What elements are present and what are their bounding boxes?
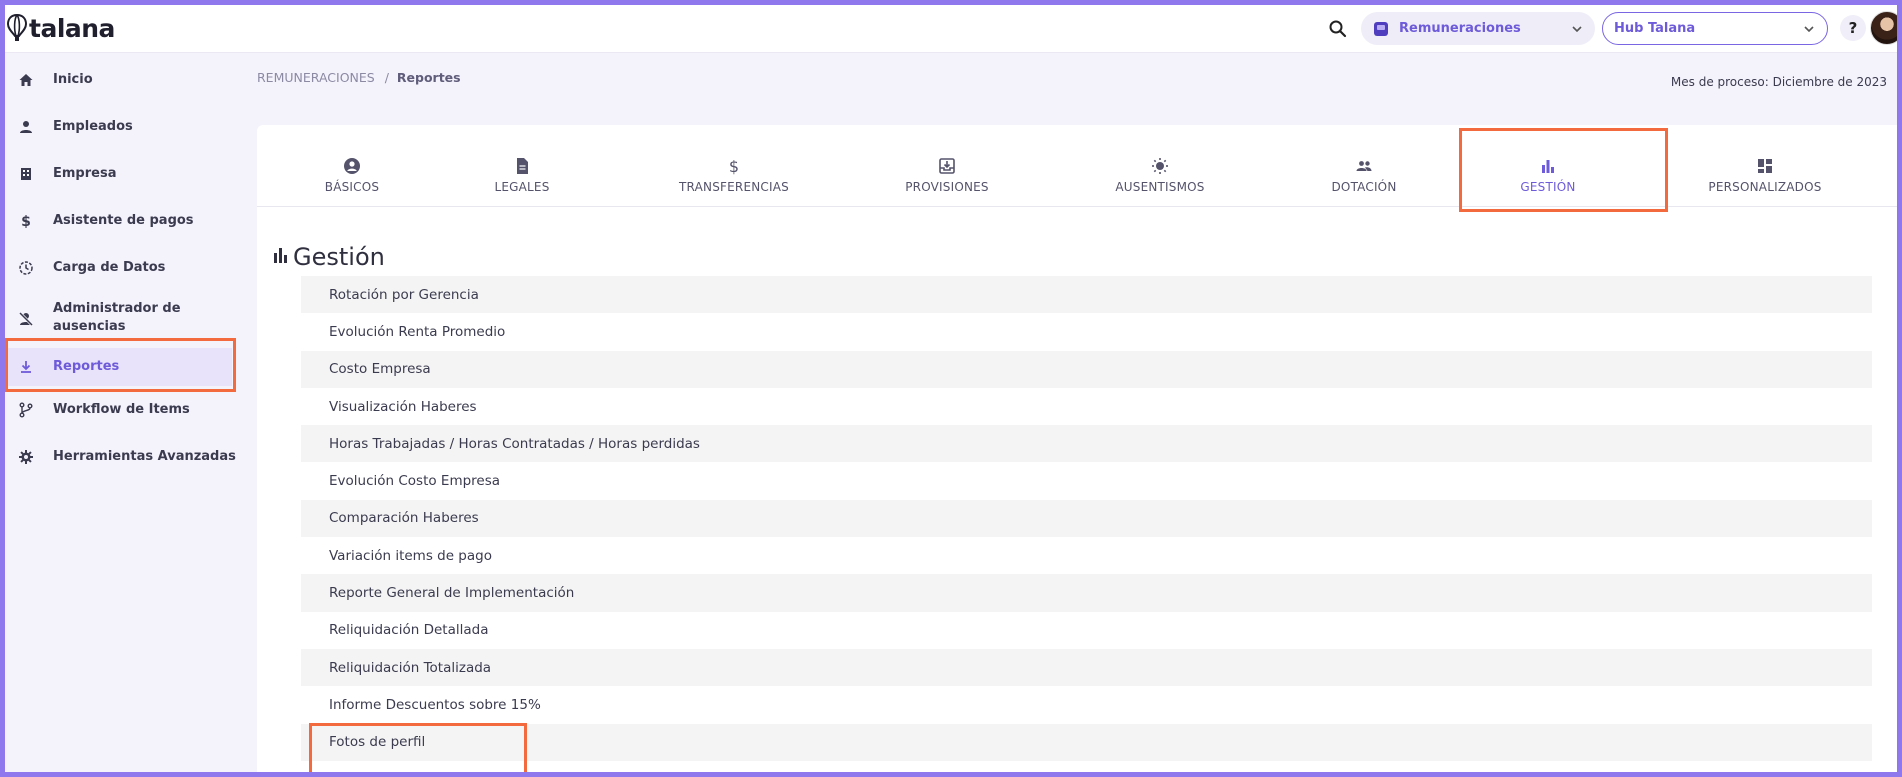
tab-personalizados[interactable]: PERSONALIZADOS [1690,125,1840,207]
tab-label: PROVISIONES [905,180,989,194]
sidebar-item-inicio[interactable]: Inicio [5,65,245,95]
reports-card: BÁSICOS LEGALES $ TRANSFERENCIAS PROVISI… [257,125,1897,772]
logo-text: talana [29,13,115,43]
sun-icon [1151,157,1169,175]
section-title-text: Gestión [293,243,385,271]
report-row[interactable]: Evolución Costo Empresa [301,462,1872,500]
report-row[interactable]: Rotación por Gerencia [301,276,1872,314]
tab-dotacion[interactable]: DOTACIÓN [1309,125,1419,207]
hub-select[interactable]: Hub Talana [1602,12,1828,45]
report-row[interactable]: Reliquidación Detallada [301,611,1872,649]
tab-label: BÁSICOS [324,180,380,194]
report-row[interactable]: Variación items de pago [301,537,1872,575]
chevron-down-icon [1804,25,1814,32]
sidebar-item-label: Empleados [53,119,133,134]
report-row-fotos-de-perfil[interactable]: Fotos de perfil [301,723,1872,761]
tab-label: TRANSFERENCIAS [679,180,789,194]
sidebar-item-label: Workflow de Items [53,402,190,417]
tab-gestion[interactable]: GESTIÓN [1493,125,1603,207]
document-icon [513,157,531,175]
sidebar-item-label: Herramientas Avanzadas [53,449,236,464]
bar-chart-icon [273,247,289,267]
account-circle-icon [343,157,361,175]
tab-label: GESTIÓN [1520,180,1576,194]
top-bar: talana Remuneraciones Hub Talana ? [5,5,1897,53]
report-row[interactable]: Costo Empresa [301,350,1872,388]
breadcrumb-separator: / [384,70,389,85]
sidebar-item-label: Reportes [53,359,120,374]
report-list: Rotación por Gerencia Evolución Renta Pr… [301,276,1872,761]
tab-label: AUSENTISMOS [1115,180,1205,194]
module-select-value: Remuneraciones [1399,21,1521,36]
branch-icon [18,402,34,418]
building-icon [18,166,34,182]
dollar-icon: $ [725,157,743,175]
person-icon [18,119,34,135]
sidebar-item-administrador-de-ausencias[interactable]: Administrador de ausencias [5,300,245,338]
breadcrumb: REMUNERACIONES / Reportes [257,70,461,85]
report-row[interactable]: Horas Trabajadas / Horas Contratadas / H… [301,425,1872,463]
gear-icon [18,449,34,465]
chevron-down-icon [1572,25,1582,32]
report-row[interactable]: Comparación Haberes [301,499,1872,538]
home-icon [18,72,34,88]
sidebar-item-label: Inicio [53,72,93,87]
report-row[interactable]: Evolución Renta Promedio [301,313,1872,351]
tab-provisiones[interactable]: PROVISIONES [892,125,1002,207]
download-icon [18,359,34,375]
tab-label: PERSONALIZADOS [1708,180,1822,194]
tab-label: DOTACIÓN [1331,180,1397,194]
balloon-icon [7,13,27,41]
bar-chart-icon [1539,157,1557,175]
tab-ausentismos[interactable]: AUSENTISMOS [1095,125,1225,207]
dollar-icon: $ [18,213,34,229]
report-row[interactable]: Visualización Haberes [301,387,1872,426]
user-avatar[interactable] [1870,11,1897,45]
search-button[interactable] [1325,16,1351,42]
sidebar: Inicio Empleados Empresa $ Asistente de … [5,53,251,772]
app-frame: talana Remuneraciones Hub Talana ? Inici… [5,5,1897,772]
sidebar-item-herramientas-avanzadas[interactable]: Herramientas Avanzadas [5,442,245,472]
help-button[interactable]: ? [1840,15,1866,41]
breadcrumb-root[interactable]: REMUNERACIONES [257,70,375,85]
tab-legales[interactable]: LEGALES [467,125,577,207]
sidebar-item-label: Empresa [53,166,117,181]
module-icon [1374,21,1388,36]
person-off-icon [18,311,34,327]
report-row[interactable]: Reliquidación Totalizada [301,648,1872,687]
sidebar-item-empleados[interactable]: Empleados [5,112,245,142]
sidebar-item-label: Asistente de pagos [53,213,194,228]
tab-transferencias[interactable]: $ TRANSFERENCIAS [669,125,799,207]
report-tabs: BÁSICOS LEGALES $ TRANSFERENCIAS PROVISI… [257,125,1897,207]
svg-text:$: $ [21,214,31,229]
sidebar-item-workflow-de-items[interactable]: Workflow de Items [5,395,245,425]
sidebar-item-empresa[interactable]: Empresa [5,159,245,189]
talana-logo[interactable]: talana [7,13,115,43]
tray-download-icon [938,157,956,175]
breadcrumb-current: Reportes [396,70,461,85]
sidebar-item-label: Carga de Datos [53,260,166,275]
report-row[interactable]: Reporte General de Implementación [301,574,1872,612]
hub-select-value: Hub Talana [1614,21,1696,36]
sidebar-item-reportes[interactable]: Reportes [5,348,232,386]
dashboard-icon [1756,157,1774,175]
people-icon [1355,157,1373,175]
upload-clock-icon [18,260,34,276]
sidebar-item-carga-de-datos[interactable]: Carga de Datos [5,253,245,283]
report-row[interactable]: Informe Descuentos sobre 15% [301,686,1872,724]
sidebar-item-label-line1: Administrador de [53,301,181,316]
sidebar-item-label-line2: ausencias [53,319,126,334]
svg-text:$: $ [729,157,739,175]
tab-basicos[interactable]: BÁSICOS [297,125,407,207]
module-select[interactable]: Remuneraciones [1361,12,1595,45]
section-title: Gestión [273,243,385,271]
sidebar-item-label: Administrador de ausencias [53,300,181,336]
tab-label: LEGALES [494,180,550,194]
search-icon [1329,20,1347,38]
sidebar-item-asistente-de-pagos[interactable]: $ Asistente de pagos [5,206,245,236]
process-month: Mes de proceso: Diciembre de 2023 [1670,75,1887,89]
